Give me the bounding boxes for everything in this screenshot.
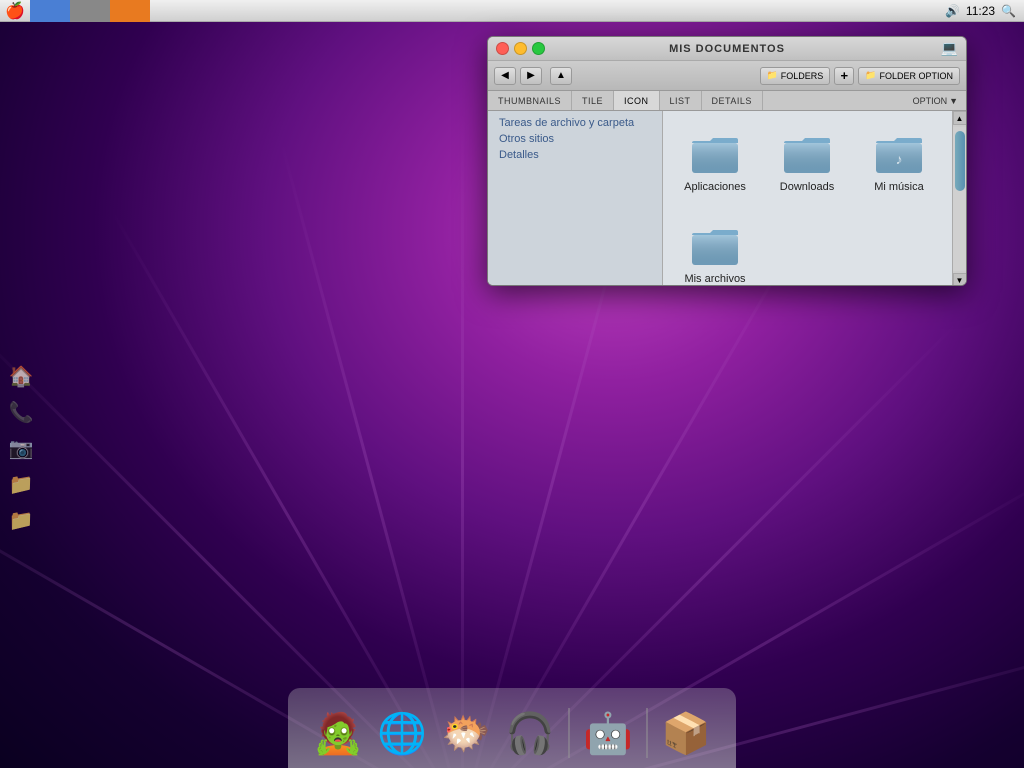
- window-controls: [496, 42, 545, 55]
- volume-icon[interactable]: 🔊: [945, 4, 960, 18]
- folder-musica-icon: ♪: [874, 133, 924, 177]
- menubar-btn-orange[interactable]: [110, 0, 150, 22]
- folder-downloads-name: Downloads: [780, 181, 834, 193]
- folders-label: FOLDERS: [781, 71, 824, 81]
- window-close-button[interactable]: [496, 42, 509, 55]
- dock-separator-2: [646, 708, 648, 758]
- window-maximize-button[interactable]: [532, 42, 545, 55]
- tab-thumbnails[interactable]: THUMBNAILS: [488, 91, 572, 110]
- folders-button[interactable]: 📁 FOLDERS: [760, 67, 831, 85]
- option-label: OPTION: [913, 96, 948, 106]
- folder-aplicaciones-icon: [690, 133, 740, 177]
- scrollbar-track[interactable]: [953, 127, 966, 271]
- menubar-right: 🔊 11:23 🔍: [945, 4, 1024, 18]
- menubar-btn-gray[interactable]: [70, 0, 110, 22]
- folder-btn-icon: 📁: [767, 70, 778, 81]
- finder-sidebar: Tareas de archivo y carpeta Otros sitios…: [488, 111, 663, 286]
- folder-aplicaciones-name: Aplicaciones: [684, 181, 746, 193]
- folder-option-icon: 📁: [865, 70, 876, 81]
- folder-option-button[interactable]: 📁 FOLDER OPTION: [858, 67, 960, 85]
- dock-item-fish[interactable]: 🐡: [436, 703, 496, 763]
- folder-option-label: FOLDER OPTION: [879, 71, 953, 81]
- sidebar-item-otros[interactable]: Otros sitios: [496, 132, 654, 146]
- back-button[interactable]: ◀: [494, 67, 516, 85]
- folder-archivos-icon: [690, 225, 740, 269]
- add-button[interactable]: +: [834, 67, 854, 85]
- folder-aplicaciones[interactable]: Aplicaciones: [671, 119, 759, 207]
- scrollbar-down-arrow[interactable]: ▼: [953, 273, 967, 286]
- dock-separator: [568, 708, 570, 758]
- scrollbar-thumb[interactable]: [955, 131, 965, 191]
- finder-files: Aplicaciones Downloads: [663, 111, 952, 286]
- tab-tile[interactable]: TILE: [572, 91, 614, 110]
- dock: 🧟 🌐 🐡 🎧 🤖 📦: [288, 688, 736, 768]
- finder-toolbar: ◀ ▶ ▲ 📁 FOLDERS + 📁 FOLDER OPTION: [488, 61, 966, 91]
- tab-details[interactable]: DETAILS: [702, 91, 763, 110]
- sidebar-item-detalles[interactable]: Detalles: [496, 148, 654, 162]
- folder-mis-archivos[interactable]: Mis archivos: [671, 211, 759, 286]
- finder-titlebar: Mis documentos 💻: [488, 37, 966, 61]
- search-icon[interactable]: 🔍: [1001, 4, 1016, 18]
- menubar-btn-blue[interactable]: [30, 0, 70, 22]
- dock-item-headphones[interactable]: 🎧: [500, 703, 560, 763]
- scrollbar-up-arrow[interactable]: ▲: [953, 111, 967, 125]
- finder-content: Tareas de archivo y carpeta Otros sitios…: [488, 111, 966, 286]
- tab-icon[interactable]: ICON: [614, 91, 660, 110]
- tab-list[interactable]: LIST: [660, 91, 702, 110]
- menubar: 🍎 🔊 11:23 🔍: [0, 0, 1024, 22]
- menubar-left: 🍎: [0, 0, 150, 22]
- sidebar-dock: 🏠 📞 📷 📁 📁: [5, 360, 37, 536]
- dock-item-box[interactable]: 📦: [656, 703, 716, 763]
- dock-item-zombie[interactable]: 🧟: [308, 703, 368, 763]
- finder-tabs: THUMBNAILS TILE ICON LIST DETAILS OPTION…: [488, 91, 966, 111]
- sidebar-icon-home[interactable]: 🏠: [5, 360, 37, 392]
- folder-mi-musica[interactable]: ♪ Mi música: [855, 119, 943, 207]
- finder-scrollbar: ▲ ▼: [952, 111, 966, 286]
- folder-downloads-icon: [782, 133, 832, 177]
- svg-text:♪: ♪: [896, 151, 903, 167]
- sidebar-icon-phone[interactable]: 📞: [5, 396, 37, 428]
- apple-menu[interactable]: 🍎: [0, 0, 30, 22]
- menubar-colored-buttons: [30, 0, 150, 22]
- finder-window-icon: 💻: [941, 40, 958, 57]
- folder-archivos-name: Mis archivos: [684, 273, 745, 285]
- folder-downloads[interactable]: Downloads: [763, 119, 851, 207]
- tab-option[interactable]: OPTION ▼: [905, 91, 966, 110]
- sidebar-icon-folder1[interactable]: 📁: [5, 468, 37, 500]
- sidebar-item-tareas[interactable]: Tareas de archivo y carpeta: [496, 116, 654, 130]
- dock-item-robot[interactable]: 🤖: [578, 703, 638, 763]
- sidebar-icon-camera[interactable]: 📷: [5, 432, 37, 464]
- finder-title: Mis documentos: [669, 43, 785, 55]
- finder-window: Mis documentos 💻 ◀ ▶ ▲ 📁 FOLDERS + 📁 FOL…: [487, 36, 967, 286]
- window-minimize-button[interactable]: [514, 42, 527, 55]
- option-chevron-icon: ▼: [949, 96, 958, 106]
- menubar-time: 11:23: [966, 4, 995, 18]
- up-button[interactable]: ▲: [550, 67, 572, 85]
- forward-button[interactable]: ▶: [520, 67, 542, 85]
- dock-item-chrome[interactable]: 🌐: [372, 703, 432, 763]
- sidebar-icon-folder2[interactable]: 📁: [5, 504, 37, 536]
- folder-musica-name: Mi música: [874, 181, 924, 193]
